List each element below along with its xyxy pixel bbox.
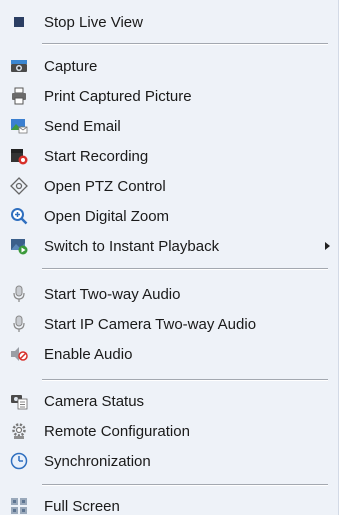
record-icon [10,147,28,165]
clock-sync-icon [10,452,28,470]
menu-item-label: Start IP Camera Two-way Audio [44,315,257,333]
menu-item-send-email[interactable]: Send Email [0,111,338,141]
menu-item-start-ip-camera-two-way-audio[interactable]: Start IP Camera Two-way Audio [0,309,338,339]
menu-item-full-screen[interactable]: Full Screen [0,491,338,521]
stop-icon [10,13,28,31]
menu-item-label: Print Captured Picture [44,87,192,105]
fullscreen-icon [10,497,28,515]
instant-playback-icon [10,237,28,255]
menu-item-label: Camera Status [44,392,145,410]
camera-icon [10,57,28,75]
microphone-icon [10,285,28,303]
email-icon [10,117,28,135]
menu-item-open-ptz-control[interactable]: Open PTZ Control [0,171,338,201]
menu-item-label: Full Screen [44,497,120,515]
menu-item-stop-live-view[interactable]: Stop Live View [0,7,338,37]
printer-icon [10,87,28,105]
remote-config-icon [10,422,28,440]
menu-item-label: Remote Configuration [44,422,190,440]
menu-item-label: Synchronization [44,452,151,470]
menu-item-print-captured-picture[interactable]: Print Captured Picture [0,81,338,111]
menu-item-label: Enable Audio [44,345,133,363]
menu-item-label: Start Recording [44,147,149,165]
submenu-arrow-icon [325,242,330,250]
menu-separator [42,484,328,486]
menu-item-label: Open Digital Zoom [44,207,170,225]
ip-camera-microphone-icon [10,315,28,333]
speaker-muted-icon [10,345,28,363]
menu-separator [42,268,328,270]
menu-item-label: Start Two-way Audio [44,285,181,303]
menu-item-open-digital-zoom[interactable]: Open Digital Zoom [0,201,338,231]
menu-item-remote-configuration[interactable]: Remote Configuration [0,416,338,446]
menu-item-enable-audio[interactable]: Enable Audio [0,339,338,369]
ptz-icon [10,177,28,195]
menu-item-switch-to-instant-playback[interactable]: Switch to Instant Playback [0,231,338,261]
zoom-icon [10,207,28,225]
menu-item-label: Capture [44,57,98,75]
menu-item-start-recording[interactable]: Start Recording [0,141,338,171]
context-menu: Stop Live View Capture Print Captured Pi… [0,0,339,515]
menu-item-label: Stop Live View [44,13,143,31]
menu-item-label: Switch to Instant Playback [44,237,220,255]
menu-item-label: Send Email [44,117,121,135]
menu-item-start-two-way-audio[interactable]: Start Two-way Audio [0,279,338,309]
menu-item-synchronization[interactable]: Synchronization [0,446,338,476]
menu-separator [42,379,328,381]
menu-separator [42,43,328,45]
menu-item-label: Open PTZ Control [44,177,166,195]
camera-status-icon [10,392,28,410]
menu-item-camera-status[interactable]: Camera Status [0,386,338,416]
menu-item-capture[interactable]: Capture [0,51,338,81]
